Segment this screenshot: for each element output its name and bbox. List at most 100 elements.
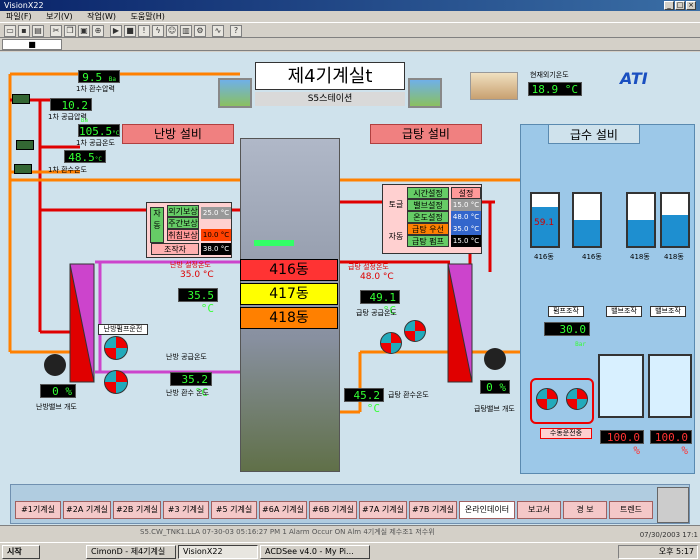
pump-icon[interactable] — [380, 332, 402, 354]
stop-icon[interactable]: ■ — [124, 25, 136, 37]
hw-setpoint-value: 48.0 °C — [360, 272, 394, 282]
landscape-image-icon — [218, 78, 252, 108]
nav-report[interactable]: 보고서 — [517, 501, 561, 519]
nav-room-7a[interactable]: #7A 기계실 — [359, 501, 407, 519]
hw-pump-button[interactable]: 급탕 펌프 — [407, 235, 449, 247]
actuator-icon[interactable] — [44, 354, 66, 376]
taskbar-clock: 오후 5:17 — [618, 545, 698, 559]
menu-file[interactable]: 파일(F) — [6, 12, 32, 21]
daynight-comp-button[interactable]: 주간보상 — [167, 217, 199, 229]
pump-icon[interactable] — [104, 336, 128, 360]
valve-icon[interactable] — [12, 94, 30, 104]
valve-icon[interactable] — [16, 140, 34, 150]
building-417-button[interactable]: 417동 — [240, 283, 338, 305]
nav-room-5[interactable]: #5 기계실 — [211, 501, 257, 519]
nav-room-1[interactable]: #1기계실 — [15, 501, 61, 519]
valve-set-button[interactable]: 밸브설정 — [407, 199, 449, 211]
pump-icon[interactable] — [404, 320, 426, 342]
temp-set-button[interactable]: 온도설정 — [407, 211, 449, 223]
pump-icon[interactable] — [104, 370, 128, 394]
copy-icon[interactable]: ❐ — [64, 25, 76, 37]
hw-toggle-label: 토글 — [388, 200, 404, 209]
menu-help[interactable]: 도움말(H) — [131, 12, 165, 21]
cut-icon[interactable]: ✂ — [50, 25, 62, 37]
tank-4-name: 418동 — [664, 253, 684, 261]
valve-icon[interactable] — [14, 164, 32, 174]
chart-icon[interactable]: ▥ — [180, 25, 192, 37]
hw-priority-button[interactable]: 급탕 우선 — [407, 223, 449, 235]
run-icon[interactable]: ▶ — [110, 25, 122, 37]
valve-op-button-2[interactable]: 밸브조작 — [650, 306, 686, 317]
settings-icon[interactable]: ⚙ — [194, 25, 206, 37]
taskbar-item-visionx[interactable]: VisionX22 — [178, 545, 258, 559]
pump-op-button[interactable]: 펌프조작 — [548, 306, 584, 317]
pump-icon[interactable] — [536, 388, 558, 410]
nav-online-data[interactable]: 온라인데이터 — [459, 501, 515, 519]
water-tank-2 — [572, 192, 602, 248]
print-icon[interactable]: ▤ — [32, 25, 44, 37]
heating-setpoint-value: 35.0 °C — [180, 270, 214, 280]
building-indicator — [254, 240, 294, 246]
nav-room-7b[interactable]: #7B 기계실 — [409, 501, 457, 519]
water-tank-1: 59.1 — [530, 192, 560, 248]
landscape-image-icon — [408, 78, 442, 108]
save-icon[interactable]: ▪ — [18, 25, 30, 37]
taskbar: 시작 CimonD - 제4기계실 VisionX22 ACDSee v4.0 … — [0, 531, 700, 560]
nav-room-6b[interactable]: #6B 기계실 — [309, 501, 357, 519]
menu-work[interactable]: 작업(W) — [87, 12, 116, 21]
outdoor-temp-label: 현재외기온도 — [530, 71, 569, 79]
close-button[interactable]: × — [686, 1, 696, 10]
time-set-button[interactable]: 시간설정 — [407, 187, 449, 199]
apartment-building-image — [240, 138, 340, 472]
taskbar-item-acdsee[interactable]: ACDSee v4.0 - My Pi... — [260, 545, 370, 559]
operator-console-icon[interactable] — [657, 487, 689, 523]
navigation-bar: #1기계실 #2A 기계실 #2B 기계실 #3 기계실 #5 기계실 #6A … — [10, 484, 690, 524]
building-418-button[interactable]: 418동 — [240, 307, 338, 329]
hotwater-control-panel: 토글 자동 설정 시간설정 밸브설정 온도설정 급탕 우선 급탕 펌프 15.0… — [382, 184, 482, 254]
hw-auto-label: 자동 — [388, 232, 404, 241]
hw-return-label: 급탕 환수온도 — [388, 391, 429, 399]
alarm-icon[interactable]: ! — [138, 25, 150, 37]
tab-main[interactable]: ■ — [2, 39, 62, 50]
hotwater-section-title: 급탕 설비 — [370, 124, 482, 144]
start-label: 시작 — [7, 547, 22, 556]
hw-supply-label: 급탕 공급온도 — [356, 309, 397, 317]
heating-supply-label: 난방 공급온도 — [166, 353, 207, 361]
outdoor-comp-button[interactable]: 외기보상 — [167, 205, 199, 217]
meter-return-temp-label: 1차 환수온도 — [48, 166, 87, 174]
maximize-button[interactable]: □ — [675, 1, 685, 10]
menu-view[interactable]: 보기(V) — [46, 12, 72, 21]
taskbar-item-cimond[interactable]: CimonD - 제4기계실 — [86, 545, 176, 559]
help-icon[interactable]: ? — [230, 25, 242, 37]
sleep-comp-button[interactable]: 취침보상 — [167, 229, 199, 241]
user-icon[interactable]: ☺ — [166, 25, 178, 37]
nav-room-2a[interactable]: #2A 기계실 — [63, 501, 111, 519]
lightning-icon[interactable]: ϟ — [152, 25, 164, 37]
nav-trend[interactable]: 트렌드 — [609, 501, 653, 519]
meter-return-pressure: 9.5 Ba — [78, 70, 120, 84]
pump-icon[interactable] — [566, 388, 588, 410]
valve-op-button-1[interactable]: 밸브조작 — [606, 306, 642, 317]
trend-icon[interactable]: ∿ — [212, 25, 224, 37]
storage-tank-1 — [598, 354, 644, 418]
open-icon[interactable]: ▭ — [4, 25, 16, 37]
nav-alarm[interactable]: 경 보 — [563, 501, 607, 519]
taskbar-date: 07/30/2003 17:1 — [639, 531, 698, 539]
page-title: 제4기계실t — [255, 62, 405, 90]
heating-supply-value: 35.2 °C — [170, 372, 212, 399]
nav-room-2b[interactable]: #2B 기계실 — [113, 501, 161, 519]
meter-supply-temp-label: 1차 공급온도 — [76, 139, 115, 147]
nav-room-6a[interactable]: #6A 기계실 — [259, 501, 307, 519]
nav-room-3[interactable]: #3 기계실 — [163, 501, 209, 519]
hw-valve-label: 급탕밸브 개도 — [474, 405, 515, 413]
minimize-button[interactable]: _ — [664, 1, 674, 10]
hw-supply-value: 49.1 °C — [360, 290, 400, 317]
window-title: VisionX22 — [4, 1, 44, 10]
zoom-icon[interactable]: ⊕ — [92, 25, 104, 37]
start-button[interactable]: 시작 — [2, 545, 40, 559]
actuator-icon[interactable] — [484, 348, 506, 370]
paste-icon[interactable]: ▣ — [78, 25, 90, 37]
heating-pump-run-label: 난방펌프운전 — [98, 324, 148, 335]
window-titlebar: VisionX22 — [0, 0, 700, 11]
building-416-button[interactable]: 416동 — [240, 259, 338, 281]
